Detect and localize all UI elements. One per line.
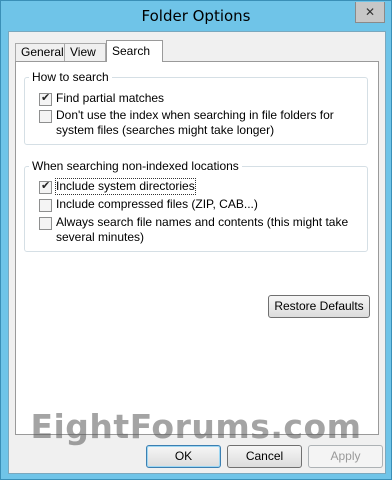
include-compressed-files-checkbox[interactable] [39,199,52,212]
search-tab-panel: How to search Find partial matches Don't… [15,61,379,435]
include-system-directories-checkbox[interactable] [39,179,52,194]
apply-button[interactable]: Apply [308,445,383,468]
non-indexed-legend: When searching non-indexed locations [29,159,242,173]
include-system-directories-label[interactable]: Include system directories [55,178,196,195]
how-to-search-legend: How to search [29,70,112,84]
tab-general[interactable]: General [15,43,65,61]
non-indexed-group: When searching non-indexed locations Inc… [24,159,368,252]
tab-search[interactable]: Search [106,40,163,62]
include-compressed-files-option[interactable]: Include compressed files (ZIP, CAB...) [39,197,361,212]
dont-use-index-option[interactable]: Don't use the index when searching in fi… [39,108,361,138]
always-search-contents-checkbox[interactable] [39,217,52,230]
find-partial-matches-checkbox[interactable] [39,91,52,106]
include-compressed-files-label[interactable]: Include compressed files (ZIP, CAB...) [56,197,258,212]
dont-use-index-label[interactable]: Don't use the index when searching in fi… [56,108,361,138]
find-partial-matches-label[interactable]: Find partial matches [56,91,164,106]
restore-defaults-button[interactable]: Restore Defaults [268,295,370,318]
title-bar[interactable]: Folder Options ✕ [1,1,391,31]
watermark-text: EightForums.com [30,407,362,446]
close-button[interactable]: ✕ [355,2,385,23]
cancel-button[interactable]: Cancel [227,445,302,468]
include-system-directories-option[interactable]: Include system directories [39,178,361,195]
dont-use-index-checkbox[interactable] [39,110,52,123]
window-title: Folder Options [141,7,251,25]
how-to-search-group: How to search Find partial matches Don't… [24,70,368,145]
always-search-contents-option[interactable]: Always search file names and contents (t… [39,215,361,245]
folder-options-window: Folder Options ✕ General View Search How… [0,0,392,480]
always-search-contents-label[interactable]: Always search file names and contents (t… [56,215,361,245]
tab-view[interactable]: View [64,43,106,61]
close-icon: ✕ [364,5,376,19]
ok-button[interactable]: OK [146,445,221,468]
find-partial-matches-option[interactable]: Find partial matches [39,91,361,106]
